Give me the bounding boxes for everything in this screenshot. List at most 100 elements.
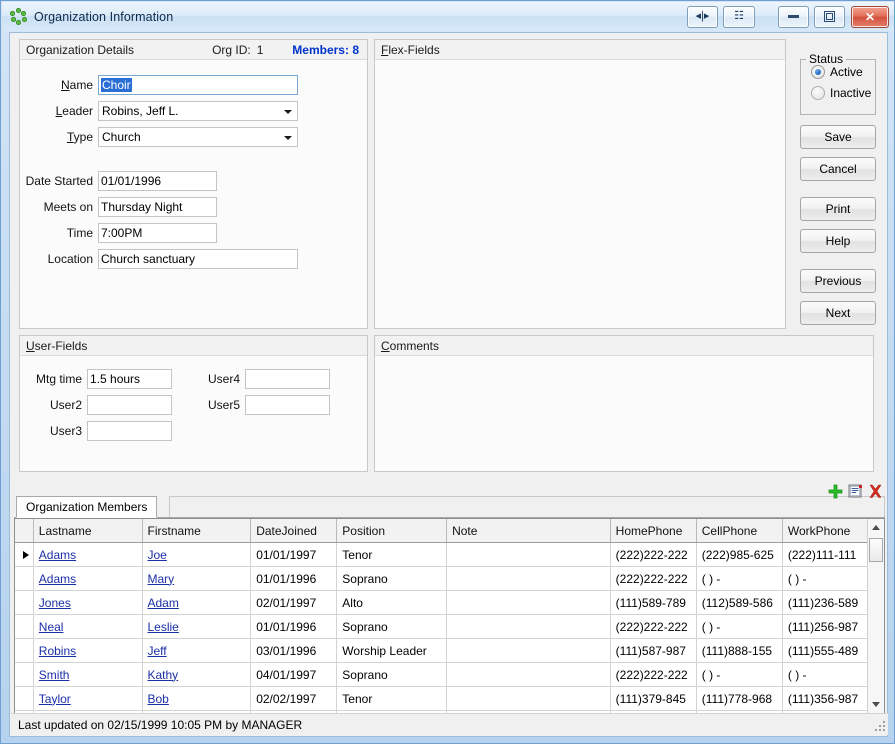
column-header-firstname[interactable]: Firstname (142, 519, 252, 543)
column-header-datejoined[interactable]: DateJoined (250, 519, 338, 543)
user4-input[interactable] (245, 369, 330, 389)
lastname-link[interactable]: Smith (39, 668, 70, 682)
firstname-link[interactable]: Kathy (148, 668, 179, 682)
row-selector-cell[interactable] (15, 686, 34, 711)
cell-lastname[interactable]: Jones (33, 590, 143, 615)
table-row[interactable]: Neal Leslie 01/01/1996 Soprano (222)222-222(… (15, 614, 870, 639)
cell-firstname[interactable]: Joe (142, 542, 252, 567)
name-input[interactable]: Choir (98, 75, 298, 95)
next-button[interactable]: Next (800, 301, 876, 325)
firstname-link[interactable]: Bob (148, 692, 169, 706)
column-header-position[interactable]: Position (336, 519, 448, 543)
status-active-label: Active (830, 65, 863, 79)
column-header-note[interactable]: Note (446, 519, 611, 543)
lastname-link[interactable]: Taylor (39, 692, 71, 706)
lastname-link[interactable]: Robins (39, 644, 76, 658)
cell-firstname[interactable]: Mary (142, 566, 252, 591)
edit-icon[interactable] (848, 484, 863, 499)
scroll-down-button[interactable] (868, 696, 884, 713)
table-row[interactable]: Adams Joe 01/01/1997 Tenor (222)222-222 (222)… (15, 542, 870, 567)
flex-fields-body[interactable] (375, 61, 785, 328)
cell-lastname[interactable]: Smith (33, 662, 143, 687)
row-selector-cell[interactable] (15, 614, 34, 639)
cell-firstname[interactable]: Jeff (142, 638, 252, 663)
cell-note (446, 542, 611, 567)
previous-button[interactable]: Previous (800, 269, 876, 293)
help-button[interactable]: Help (800, 229, 876, 253)
firstname-link[interactable]: Leslie (148, 620, 179, 634)
cell-lastname[interactable]: Taylor (33, 686, 143, 711)
user5-row: User5 (183, 395, 330, 415)
column-header-lastname[interactable]: Lastname (33, 519, 143, 543)
column-header-workphone[interactable]: WorkPhone (782, 519, 870, 543)
cell-firstname[interactable]: Kathy (142, 662, 252, 687)
save-button[interactable]: Save (800, 125, 876, 149)
meets-on-input[interactable]: Thursday Night (98, 197, 217, 217)
members-grid-scrollbar[interactable] (867, 519, 884, 713)
delete-icon[interactable] (868, 484, 883, 499)
cell-firstname[interactable]: Adam (142, 590, 252, 615)
maximize-button[interactable] (814, 5, 845, 28)
cell-lastname[interactable]: Robins (33, 638, 143, 663)
flex-fields-group: Flex-Fields (374, 39, 786, 329)
cell-datejoined: 03/01/1996 (250, 638, 338, 663)
type-label: Type (66, 130, 93, 144)
cancel-button[interactable]: Cancel (800, 157, 876, 181)
scrollbar-thumb[interactable] (869, 538, 883, 562)
lastname-link[interactable]: Adams (39, 572, 76, 586)
mtg-time-input[interactable]: 1.5 hours (87, 369, 172, 389)
table-row[interactable]: Smith Kathy 04/01/1997 Soprano (222)222-222(… (15, 662, 870, 687)
scroll-up-button[interactable] (868, 519, 884, 536)
table-row[interactable]: Robins Jeff 03/01/1996 Worship Leader (111)5… (15, 638, 870, 663)
restore-document-button[interactable]: ☷ (723, 5, 755, 28)
client-area: Organization Details Org ID: 1 Members: … (9, 32, 888, 737)
date-started-input[interactable]: 01/01/1996 (98, 171, 217, 191)
add-icon[interactable] (828, 484, 843, 499)
leader-dropdown[interactable]: Robins, Jeff L. (98, 101, 298, 121)
comments-textarea[interactable] (375, 357, 873, 471)
cell-lastname[interactable]: Adams (33, 542, 143, 567)
cell-datejoined: 04/01/1997 (250, 662, 338, 687)
row-selector-cell[interactable] (15, 638, 34, 663)
row-selector-cell[interactable] (15, 566, 34, 591)
user3-input[interactable] (87, 421, 172, 441)
comments-caption: Comments (375, 336, 873, 356)
column-header-homephone[interactable]: HomePhone (610, 519, 697, 543)
firstname-link[interactable]: Jeff (148, 644, 167, 658)
user5-input[interactable] (245, 395, 330, 415)
cell-lastname[interactable]: Adams (33, 566, 143, 591)
tab-strip: Organization Members (14, 496, 885, 518)
nav-prev-next-button[interactable]: ◂|▸ (687, 5, 718, 28)
table-row[interactable]: Taylor Bob 02/02/1997 Tenor (111)379-845 (111… (15, 686, 870, 711)
close-button[interactable]: ✕ (851, 5, 889, 28)
status-radio-active[interactable]: Active (811, 65, 863, 79)
firstname-link[interactable]: Adam (148, 596, 179, 610)
row-selector-cell[interactable] (15, 662, 34, 687)
cell-firstname[interactable]: Bob (142, 686, 252, 711)
time-field-row: Time 7:00PM (20, 223, 217, 243)
cell-note (446, 662, 611, 687)
print-button[interactable]: Print (800, 197, 876, 221)
resize-grip-icon[interactable] (873, 719, 885, 731)
cell-lastname[interactable]: Neal (33, 614, 143, 639)
chevron-down-icon (872, 702, 880, 707)
column-header-cellphone[interactable]: CellPhone (696, 519, 783, 543)
firstname-link[interactable]: Mary (148, 572, 175, 586)
lastname-link[interactable]: Neal (39, 620, 64, 634)
type-dropdown[interactable]: Church (98, 127, 298, 147)
minimize-button[interactable] (778, 5, 809, 28)
user2-input[interactable] (87, 395, 172, 415)
table-row[interactable]: Adams Mary 01/01/1996 Soprano (222)222-222( … (15, 566, 870, 591)
location-input[interactable]: Church sanctuary (98, 249, 298, 269)
lastname-link[interactable]: Jones (39, 596, 71, 610)
status-radio-inactive[interactable]: Inactive (811, 86, 871, 100)
row-selector-cell[interactable] (15, 542, 34, 567)
tab-organization-members[interactable]: Organization Members (16, 496, 158, 518)
firstname-link[interactable]: Joe (148, 548, 167, 562)
table-row[interactable]: Jones Adam 02/01/1997 Alto (111)589-789 (112)… (15, 590, 870, 615)
lastname-link[interactable]: Adams (39, 548, 76, 562)
row-selector-cell[interactable] (15, 590, 34, 615)
cell-position: Alto (336, 590, 448, 615)
time-input[interactable]: 7:00PM (98, 223, 217, 243)
cell-firstname[interactable]: Leslie (142, 614, 252, 639)
